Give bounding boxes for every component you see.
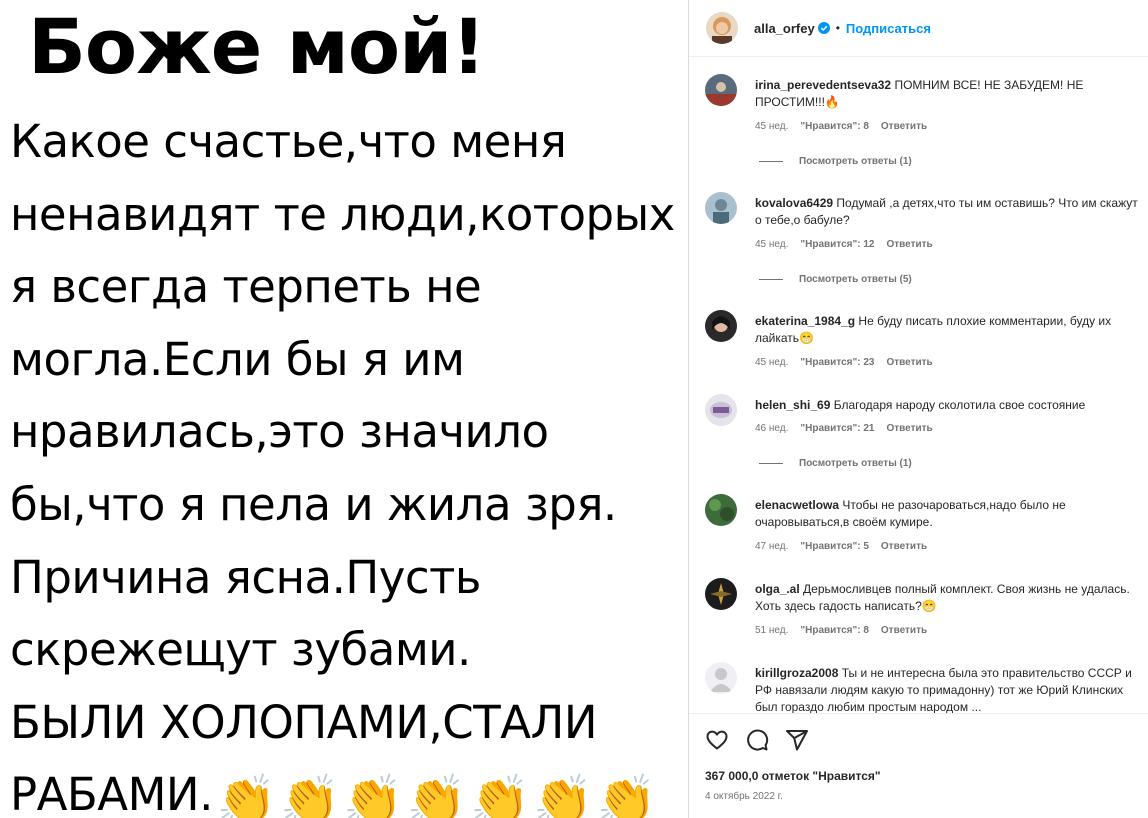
post-line: Причина ясна.Пусть bbox=[10, 550, 481, 604]
comment-meta: 45 нед. "Нравится": 12 Ответить bbox=[755, 239, 945, 250]
reply-button[interactable]: Ответить bbox=[886, 423, 932, 434]
commenter-avatar[interactable] bbox=[705, 74, 737, 106]
post-image: Боже мой! Какое счастье,что меня ненавид… bbox=[0, 0, 688, 818]
view-replies-label: Посмотреть ответы (1) bbox=[799, 156, 912, 167]
comment-username[interactable]: elenacwetlowa bbox=[755, 498, 839, 512]
reply-button[interactable]: Ответить bbox=[886, 239, 932, 250]
comment-username[interactable]: olga_.al bbox=[755, 582, 800, 596]
comment-likes[interactable]: "Нравится": 12 bbox=[800, 239, 874, 250]
comment-time: 51 нед. bbox=[755, 625, 789, 636]
clap-emoji-icon: 👏 bbox=[343, 772, 403, 818]
reply-button[interactable]: Ответить bbox=[881, 541, 927, 552]
replies-line bbox=[759, 463, 783, 464]
clap-emoji-row: 👏👏👏👏👏👏👏 bbox=[213, 768, 656, 818]
view-replies-button[interactable]: Посмотреть ответы (1) bbox=[759, 458, 912, 469]
verified-icon bbox=[817, 22, 830, 34]
comment-likes[interactable]: "Нравится": 8 bbox=[800, 625, 869, 636]
commenter-avatar[interactable] bbox=[705, 494, 737, 526]
comment-meta: 47 нед. "Нравится": 5 Ответить bbox=[755, 541, 939, 552]
comments-list[interactable]: irina_perevedentseva32 ПОМНИМ ВСЕ! НЕ ЗА… bbox=[689, 58, 1148, 713]
post-header: alla_orfey • Подписаться bbox=[689, 0, 1148, 57]
reply-button[interactable]: Ответить bbox=[886, 357, 932, 368]
comment-likes[interactable]: "Нравится": 5 bbox=[800, 541, 869, 552]
share-send-icon[interactable] bbox=[785, 728, 809, 752]
comment-body: Дерьмосливцев полный комплект. Своя жизн… bbox=[755, 582, 1130, 613]
clap-emoji-icon: 👏 bbox=[469, 772, 530, 818]
comment-time: 46 нед. bbox=[755, 423, 789, 434]
comment-time: 45 нед. bbox=[755, 121, 789, 132]
likes-count[interactable]: 367 000,0 отметок "Нравится" bbox=[705, 769, 881, 783]
post-text: Какое счастье,что меня ненавидят те люди… bbox=[10, 106, 688, 818]
view-replies-label: Посмотреть ответы (5) bbox=[799, 274, 912, 285]
post-line: Какое счастье,что меня bbox=[10, 115, 567, 168]
comment-time: 45 нед. bbox=[755, 357, 789, 368]
comment-likes[interactable]: "Нравится": 8 bbox=[800, 121, 869, 132]
comment-username[interactable]: helen_shi_69 bbox=[755, 398, 830, 412]
comment-bubble-icon[interactable] bbox=[745, 728, 769, 752]
comment-meta: 46 нед. "Нравится": 21 Ответить bbox=[755, 423, 945, 434]
comment-meta: 45 нед. "Нравится": 8 Ответить bbox=[755, 121, 939, 132]
comment-username[interactable]: kovalova6429 bbox=[755, 196, 833, 210]
separator-dot: • bbox=[835, 21, 840, 35]
comment-username[interactable]: ekaterina_1984_g bbox=[755, 314, 855, 328]
replies-line bbox=[759, 161, 783, 162]
comment-username[interactable]: kirillgroza2008 bbox=[755, 666, 838, 680]
clap-emoji-icon: 👏 bbox=[280, 772, 340, 818]
commenter-avatar[interactable] bbox=[705, 192, 737, 224]
comment-meta: 45 нед. "Нравится": 23 Ответить bbox=[755, 357, 945, 368]
reply-button[interactable]: Ответить bbox=[881, 121, 927, 132]
post-line: бы,что я пела и жила зря. bbox=[10, 477, 617, 531]
post-line: нравилась,это значило bbox=[10, 405, 549, 459]
author-avatar[interactable] bbox=[706, 12, 738, 44]
comment-likes[interactable]: "Нравится": 21 bbox=[800, 423, 874, 434]
commenter-avatar[interactable] bbox=[705, 310, 737, 342]
post-line: могла.Если бы я им bbox=[10, 332, 465, 386]
post-line-text: РАБАМИ. bbox=[10, 768, 213, 818]
replies-line bbox=[759, 279, 783, 280]
commenter-avatar[interactable] bbox=[705, 394, 737, 426]
clap-emoji-icon: 👏 bbox=[216, 772, 277, 818]
view-replies-button[interactable]: Посмотреть ответы (5) bbox=[759, 274, 912, 285]
view-replies-label: Посмотреть ответы (1) bbox=[799, 458, 912, 469]
like-heart-icon[interactable] bbox=[705, 728, 729, 752]
post-line: ненавидят те люди,которых bbox=[10, 187, 675, 241]
reply-button[interactable]: Ответить bbox=[881, 625, 927, 636]
comment-username[interactable]: irina_perevedentseva32 bbox=[755, 78, 891, 92]
post-line: БЫЛИ ХОЛОПАМИ,СТАЛИ bbox=[10, 695, 598, 749]
clap-emoji-icon: 👏 bbox=[596, 772, 656, 818]
author-username[interactable]: alla_orfey bbox=[754, 21, 815, 36]
comment-body: Благодаря народу сколотила свое состояни… bbox=[833, 398, 1086, 412]
post-actions: 367 000,0 отметок "Нравится" 4 октябрь 2… bbox=[689, 713, 1148, 818]
post-date: 4 октябрь 2022 г. bbox=[705, 791, 783, 802]
commenter-avatar[interactable] bbox=[705, 578, 737, 610]
commenter-avatar[interactable] bbox=[705, 662, 737, 694]
view-replies-button[interactable]: Посмотреть ответы (1) bbox=[759, 156, 912, 167]
post-last-line: РАБАМИ.👏👏👏👏👏👏👏 bbox=[10, 759, 688, 818]
comment-meta: 51 нед. "Нравится": 8 Ответить bbox=[755, 625, 939, 636]
clap-emoji-icon: 👏 bbox=[533, 772, 593, 818]
comment-time: 47 нед. bbox=[755, 541, 789, 552]
clap-emoji-icon: 👏 bbox=[406, 772, 467, 818]
post-title: Боже мой! bbox=[28, 2, 486, 91]
comment-time: 45 нед. bbox=[755, 239, 789, 250]
post-line: скрежещут зубами. bbox=[10, 623, 471, 677]
follow-button[interactable]: Подписаться bbox=[846, 21, 931, 36]
comment-likes[interactable]: "Нравится": 23 bbox=[800, 357, 874, 368]
post-side-panel: alla_orfey • Подписаться irina_pereveden… bbox=[688, 0, 1148, 818]
post-line: я всегда терпеть не bbox=[10, 260, 482, 314]
